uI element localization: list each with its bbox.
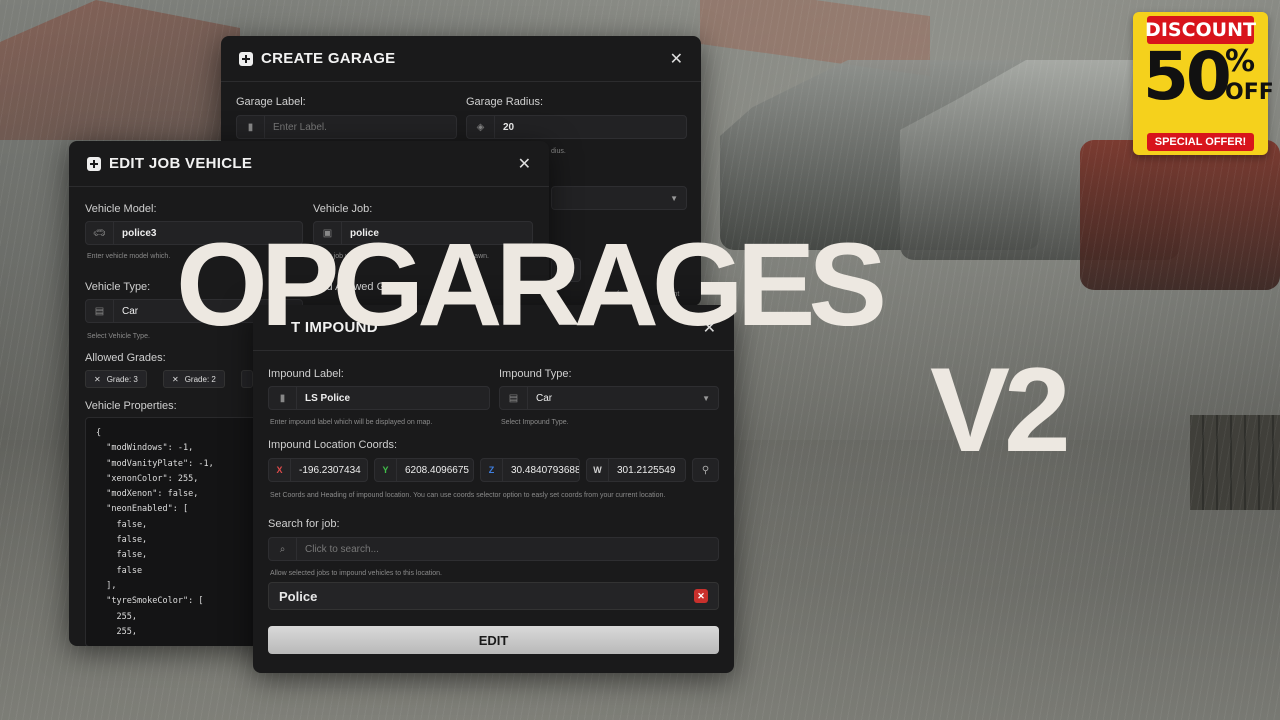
panel-header: EDIT JOB VEHICLE ✕: [69, 141, 549, 187]
badge-bottom-label: SPECIAL OFFER!: [1147, 133, 1254, 151]
radius-hint: dius.: [551, 148, 566, 155]
search-icon: ⌕: [269, 538, 297, 560]
x-coord-input[interactable]: X -196.2307434: [268, 458, 368, 482]
garage-label-placeholder: Enter Label.: [273, 121, 327, 133]
impound-label-label: Impound Label:: [268, 368, 344, 380]
allowed-grades-label: Allowed Grades:: [85, 352, 166, 364]
impound-label-value: LS Police: [305, 392, 351, 404]
red-tent: [0, 0, 240, 140]
vehicle-type-hint: Select Vehicle Type.: [87, 333, 150, 340]
impound-type-value: Car: [536, 392, 553, 404]
grade-chip[interactable]: ✕ Grade: 3: [85, 370, 147, 388]
map-pin-icon: ⚲: [701, 464, 710, 476]
selected-job-label: Police: [279, 588, 318, 604]
impound-type-label: Impound Type:: [499, 368, 572, 380]
garage-radius-label: Garage Radius:: [466, 96, 544, 108]
create-garage-title: CREATE GARAGE: [261, 50, 396, 67]
vehicle-model-label: Vehicle Model:: [85, 203, 157, 215]
car-icon: ▤: [500, 387, 528, 409]
plus-square-icon: [239, 51, 253, 66]
tag-icon: ▮: [237, 116, 265, 138]
y-coord-input[interactable]: Y 6208.4096675: [374, 458, 474, 482]
close-icon[interactable]: ✕: [670, 49, 683, 69]
z-tag: Z: [481, 459, 503, 481]
close-icon[interactable]: ✕: [518, 154, 531, 174]
impound-label-input[interactable]: ▮ LS Police: [268, 386, 490, 410]
parked-red-truck: [1080, 140, 1280, 290]
discount-badge: DISCOUNT 50 % OFF SPECIAL OFFER!: [1133, 12, 1274, 155]
vehicle-model-value: police3: [122, 227, 157, 239]
impound-label-hint: Enter impound label which will be displa…: [270, 419, 433, 426]
z-coord-value: 30.4840793688: [511, 464, 579, 476]
crate-stack: [1190, 415, 1280, 510]
coords-selector-button[interactable]: ⚲: [692, 458, 719, 482]
vehicle-job-label: Vehicle Job:: [313, 203, 373, 215]
radius-icon: ◈: [467, 116, 495, 138]
search-job-hint: Allow selected jobs to impound vehicles …: [270, 570, 442, 577]
chevron-down-icon: ▼: [702, 393, 710, 403]
vehicle-model-hint: Enter vehicle model which.: [87, 253, 171, 260]
grade-chip[interactable]: ✕ Grade: 2: [163, 370, 225, 388]
search-job-placeholder: Click to search...: [305, 543, 379, 555]
impound-type-select[interactable]: ▤ Car ▼: [499, 386, 719, 410]
search-job-label: Search for job:: [268, 518, 340, 530]
edit-impound-panel: T IMPOUND ✕ Impound Label: ▮ LS Police E…: [253, 305, 734, 673]
overlay-title: OPGARAGES: [176, 219, 887, 351]
coords-label: Impound Location Coords:: [268, 439, 398, 451]
garage-type-select[interactable]: ▼: [551, 186, 687, 210]
remove-icon[interactable]: ✕: [172, 375, 179, 384]
selected-job-row: Police ✕: [268, 582, 719, 610]
car-icon: 🚗︎: [86, 222, 114, 244]
w-coord-value: 301.2125549: [617, 464, 676, 476]
coords-hint: Set Coords and Heading of impound locati…: [270, 492, 666, 499]
grade-chip-label: Grade: 2: [184, 374, 216, 384]
remove-icon[interactable]: ✕: [94, 375, 101, 384]
y-coord-value: 6208.4096675: [405, 464, 469, 476]
garage-radius-value: 20: [503, 121, 515, 133]
badge-off: OFF: [1225, 80, 1274, 105]
garage-radius-input[interactable]: ◈ 20: [466, 115, 687, 139]
y-tag: Y: [375, 459, 397, 481]
chevron-down-icon: ▼: [670, 193, 678, 203]
panel-title: CREATE GARAGE: [239, 50, 395, 67]
car-icon: ▤: [86, 300, 114, 322]
panel-header: CREATE GARAGE ✕: [221, 36, 701, 82]
overlay-version: V2: [930, 343, 1071, 477]
vehicle-type-label: Vehicle Type:: [85, 281, 151, 293]
grade-chip[interactable]: [241, 370, 253, 388]
edit-job-vehicle-title: EDIT JOB VEHICLE: [109, 155, 253, 172]
impound-type-hint: Select Impound Type.: [501, 419, 569, 426]
vehicle-properties-label: Vehicle Properties:: [85, 400, 177, 412]
x-coord-value: -196.2307434: [299, 464, 361, 476]
vehicle-type-value: Car: [122, 305, 139, 317]
search-job-input[interactable]: ⌕ Click to search...: [268, 537, 719, 561]
tag-icon: ▮: [269, 387, 297, 409]
panel-title: EDIT JOB VEHICLE: [87, 155, 252, 172]
w-tag: W: [587, 459, 609, 481]
remove-job-button[interactable]: ✕: [694, 589, 708, 603]
badge-percent: %: [1225, 44, 1256, 79]
z-coord-input[interactable]: Z 30.4840793688: [480, 458, 580, 482]
garage-label-input[interactable]: ▮ Enter Label.: [236, 115, 457, 139]
plus-square-icon: [87, 156, 101, 171]
badge-number: 50: [1143, 38, 1232, 115]
w-coord-input[interactable]: W 301.2125549: [586, 458, 686, 482]
x-tag: X: [269, 459, 291, 481]
grade-chip-label: Grade: 3: [106, 374, 138, 384]
garage-label-label: Garage Label:: [236, 96, 306, 108]
edit-button[interactable]: EDIT: [268, 626, 719, 654]
